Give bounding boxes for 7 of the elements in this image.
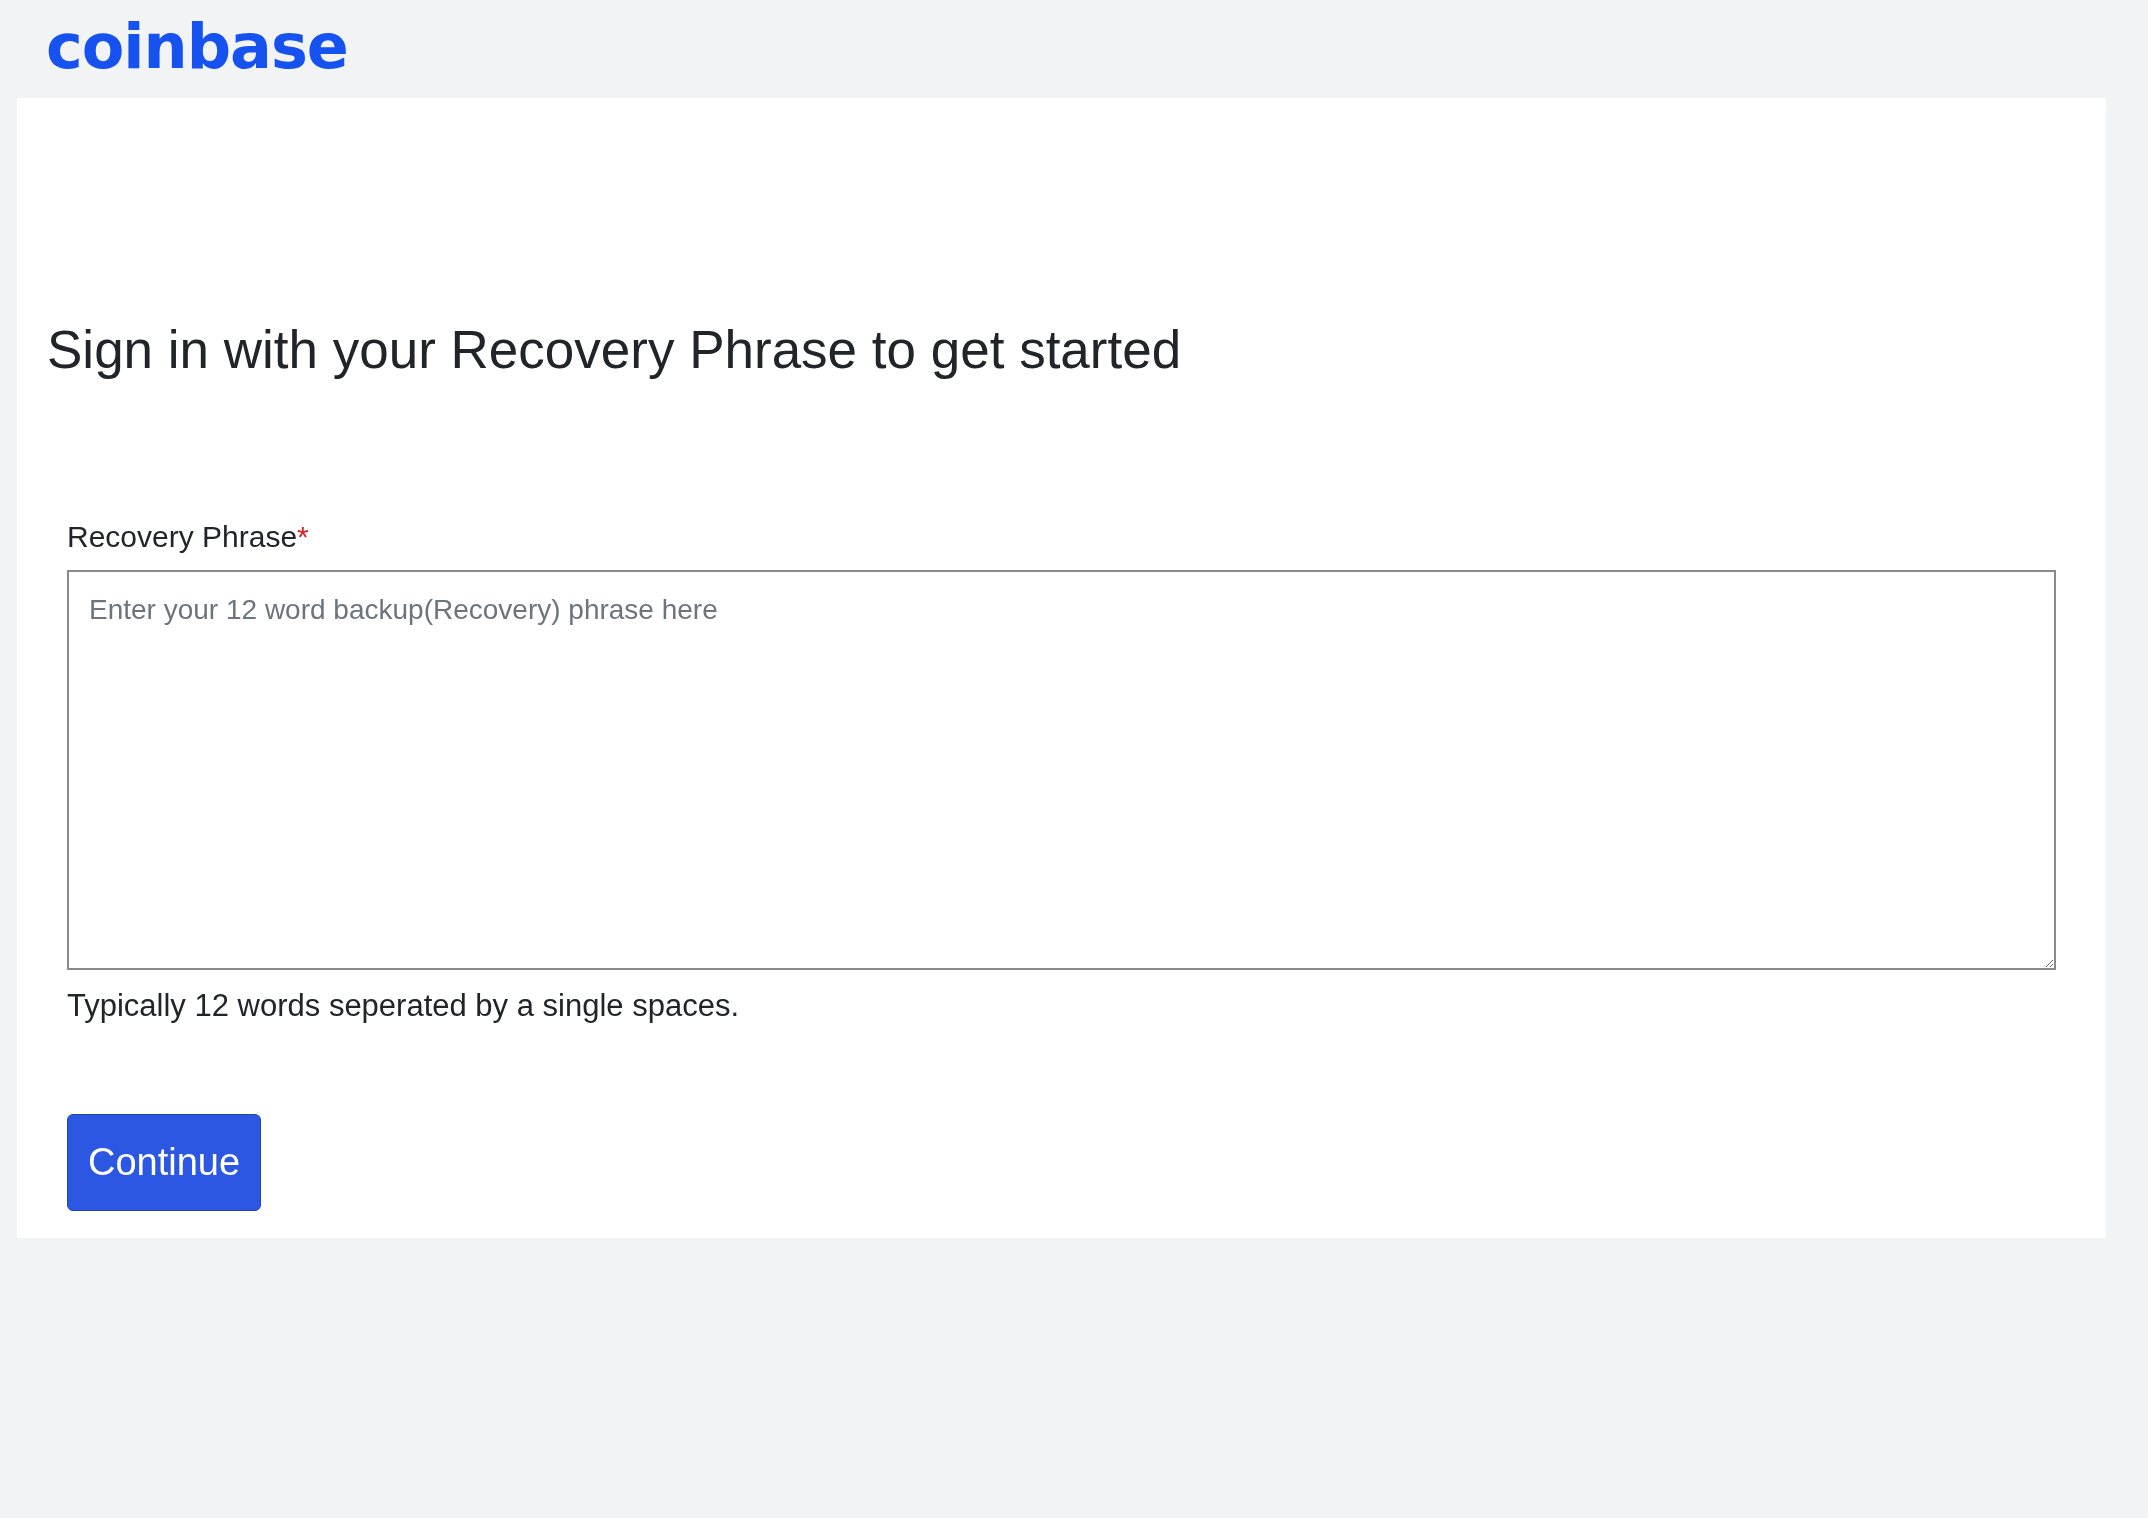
page-heading: Sign in with your Recovery Phrase to get started — [47, 319, 1183, 381]
input-field[interactable]: Enter your 12 word backup(Recovery) phrase here — [67, 569, 2056, 970]
continue-button[interactable]: Continue — [67, 1113, 262, 1211]
required-mark: * — [297, 519, 309, 554]
field-label: Recovery Phrase — [67, 519, 298, 554]
logo: coinbase — [46, 9, 348, 85]
help-text: Typically 12 words seperated by a single spaces. — [67, 987, 740, 1024]
